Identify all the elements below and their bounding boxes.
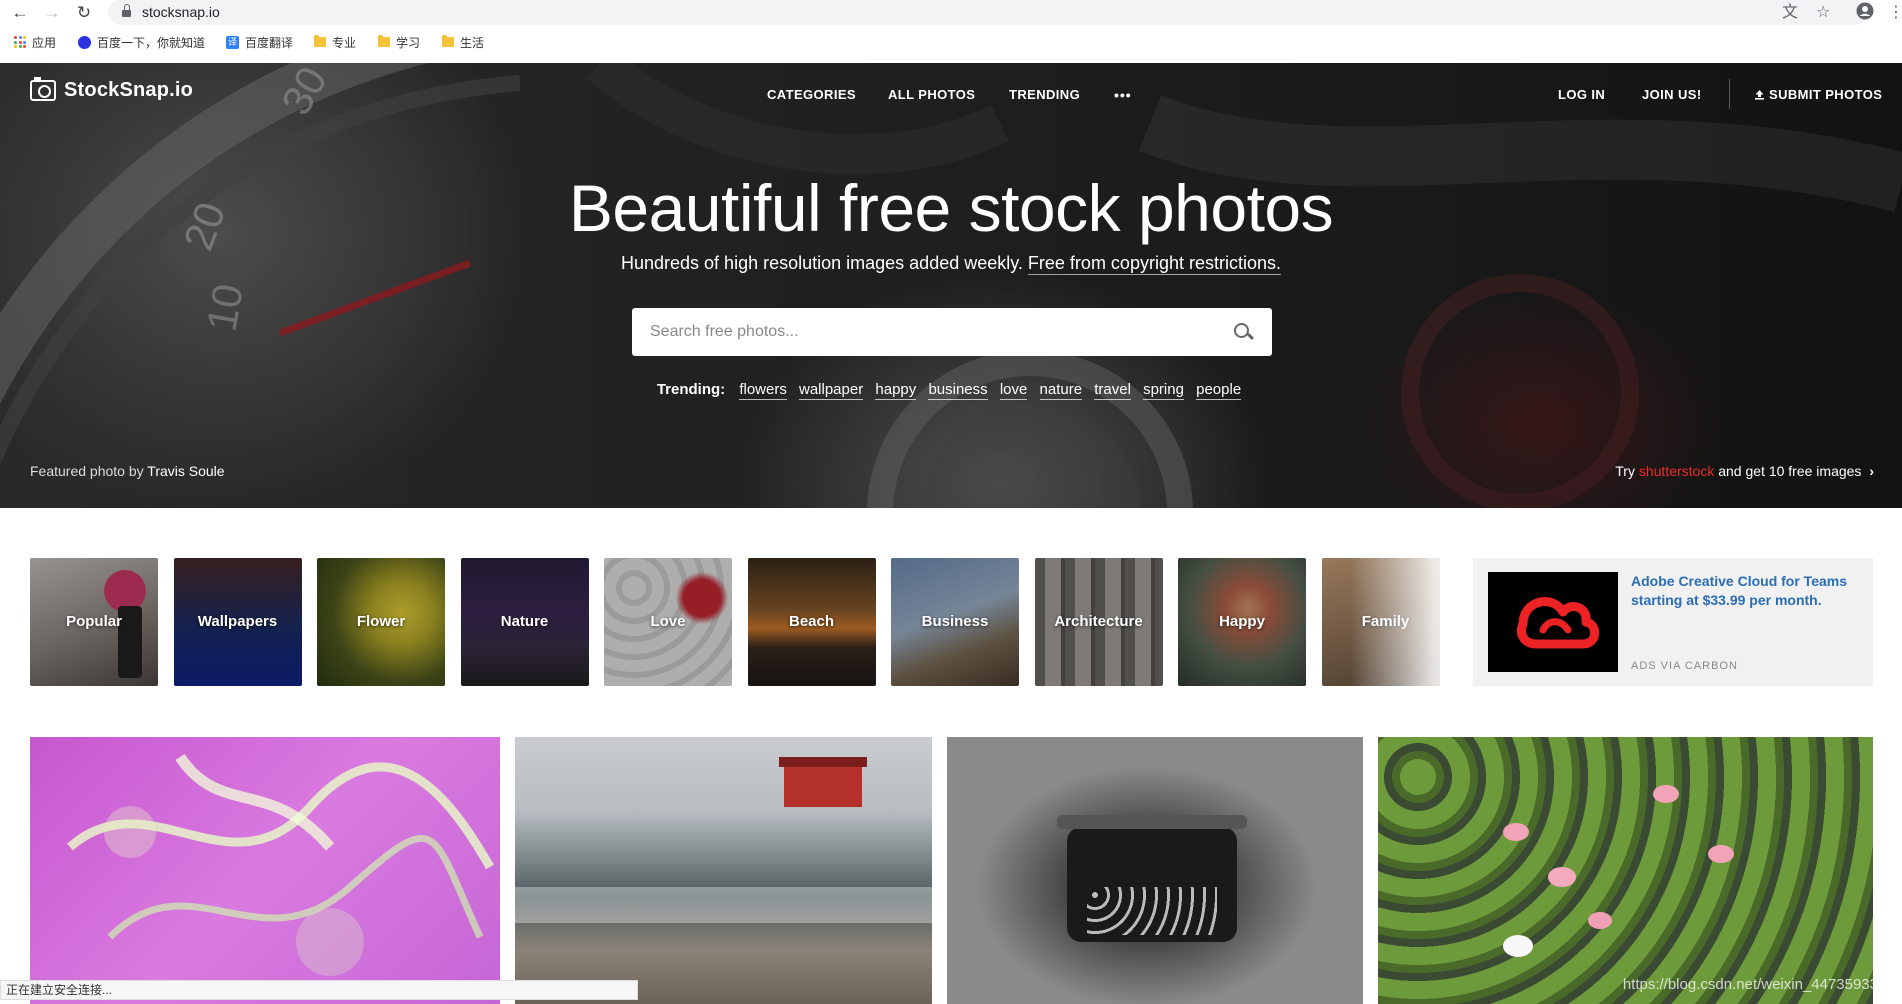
trending-label: Trending: xyxy=(656,381,726,398)
bookmarks-bar: 应用 百度一下，你就知道 译 百度翻译 专业 学习 生活 xyxy=(0,30,1902,54)
site-logo[interactable]: StockSnap.io xyxy=(30,77,193,102)
trending-tag[interactable]: nature xyxy=(1039,381,1083,400)
baidu-paw-icon xyxy=(78,35,91,49)
category-tile-business[interactable]: Business xyxy=(891,558,1019,686)
shutterstock-promo[interactable]: Try shutterstock and get 10 free images … xyxy=(1615,463,1874,479)
menu-kebab-icon[interactable]: ⋮ xyxy=(1888,2,1902,24)
photo-coast-red-house[interactable] xyxy=(515,737,932,1004)
url-text: stocksnap.io xyxy=(142,4,220,20)
trending-tag[interactable]: wallpaper xyxy=(799,381,864,400)
folder-icon xyxy=(442,35,454,47)
hero-title: Beautiful free stock photos xyxy=(568,171,1334,245)
address-bar[interactable]: stocksnap.io xyxy=(108,0,1868,25)
copyright-link[interactable]: Free from copyright restrictions. xyxy=(1027,253,1281,275)
category-tile-flower[interactable]: Flower xyxy=(317,558,445,686)
bookmark-apps[interactable]: 应用 xyxy=(14,34,56,50)
bookmark-folder-life[interactable]: 生活 xyxy=(442,34,484,50)
forward-arrow-icon[interactable]: → xyxy=(42,3,62,23)
bookmark-folder-major[interactable]: 专业 xyxy=(314,34,356,50)
trending-tag[interactable]: business xyxy=(928,381,988,400)
hero-subtitle: Hundreds of high resolution images added… xyxy=(621,253,1281,275)
reload-icon[interactable]: ↻ xyxy=(74,3,94,23)
trending-tag[interactable]: people xyxy=(1196,381,1242,400)
account-icon[interactable] xyxy=(1856,2,1874,27)
shutterstock-logo: shutterstock xyxy=(1638,463,1715,479)
trending-tag[interactable]: love xyxy=(999,381,1028,400)
search-box xyxy=(632,308,1272,356)
camera-icon xyxy=(30,77,56,101)
nav-all-photos[interactable]: ALL PHOTOS xyxy=(888,87,975,102)
search-input[interactable] xyxy=(650,308,1210,356)
category-tile-beach[interactable]: Beach xyxy=(747,558,876,686)
trending-tags: Trending: flowers wallpaper happy busine… xyxy=(0,381,1902,400)
folder-icon xyxy=(314,35,326,47)
photo-typewriter[interactable] xyxy=(947,737,1363,1004)
trending-tag[interactable]: happy xyxy=(875,381,917,400)
photo-abstract[interactable] xyxy=(30,737,500,1004)
folder-icon xyxy=(378,35,390,47)
category-tile-popular[interactable]: Popular xyxy=(30,558,158,686)
category-tile-love[interactable]: Love xyxy=(604,558,732,686)
back-arrow-icon[interactable]: ← xyxy=(10,3,30,23)
trending-tag[interactable]: travel xyxy=(1094,381,1131,400)
featured-credit: Featured photo by Travis Soule xyxy=(30,463,225,479)
translate-icon[interactable]: 文 xyxy=(1782,2,1798,24)
apps-grid-icon xyxy=(14,36,26,48)
submit-photos-button[interactable]: SUBMIT PHOTOS xyxy=(1754,87,1882,102)
category-tile-happy[interactable]: Happy xyxy=(1178,558,1306,686)
browser-toolbar: ← → ↻ stocksnap.io 文 ☆ ⋮ xyxy=(0,0,1902,26)
bookmark-baidu-translate[interactable]: 译 百度翻译 xyxy=(226,34,293,50)
nav-divider xyxy=(1729,79,1730,109)
more-dots-icon[interactable]: ••• xyxy=(1114,87,1132,103)
status-bar: 正在建立安全连接... xyxy=(0,980,638,1000)
carbon-ad[interactable]: Adobe Creative Cloud for Teams starting … xyxy=(1473,558,1873,686)
category-tile-wallpapers[interactable]: Wallpapers xyxy=(173,558,302,686)
translate-logo-icon: 译 xyxy=(226,35,239,49)
hero-banner: 20 10 30 StockSnap.io CATEGORIES ALL PHO… xyxy=(0,63,1902,508)
nav-trending[interactable]: TRENDING xyxy=(1009,87,1080,102)
bookmark-folder-study[interactable]: 学习 xyxy=(378,34,420,50)
ad-text[interactable]: Adobe Creative Cloud for Teams starting … xyxy=(1631,572,1861,610)
photographer-link[interactable]: Travis Soule xyxy=(147,463,224,479)
chevron-right-icon: › xyxy=(1869,463,1874,479)
category-tile-architecture[interactable]: Architecture xyxy=(1034,558,1163,686)
ads-via-carbon[interactable]: ADS VIA CARBON xyxy=(1631,660,1738,672)
adobe-creative-cloud-logo xyxy=(1488,572,1618,672)
bookmark-baidu[interactable]: 百度一下，你就知道 xyxy=(78,34,205,50)
upload-icon xyxy=(1755,90,1764,100)
trending-tag[interactable]: spring xyxy=(1143,381,1184,400)
category-tile-nature[interactable]: Nature xyxy=(460,558,589,686)
search-icon[interactable] xyxy=(1234,323,1255,343)
star-icon[interactable]: ☆ xyxy=(1816,2,1830,24)
join-link[interactable]: JOIN US! xyxy=(1642,87,1702,102)
nav-categories[interactable]: CATEGORIES xyxy=(767,87,856,102)
category-strip: Popular Wallpapers Flower Nature Love Be… xyxy=(30,558,1440,686)
trending-tag[interactable]: flowers xyxy=(739,381,787,400)
login-link[interactable]: LOG IN xyxy=(1558,87,1605,102)
photo-water-lilies[interactable] xyxy=(1378,737,1873,1004)
watermark-text: https://blog.csdn.net/weixin_44735933 xyxy=(1622,976,1878,993)
lock-icon xyxy=(122,4,131,18)
